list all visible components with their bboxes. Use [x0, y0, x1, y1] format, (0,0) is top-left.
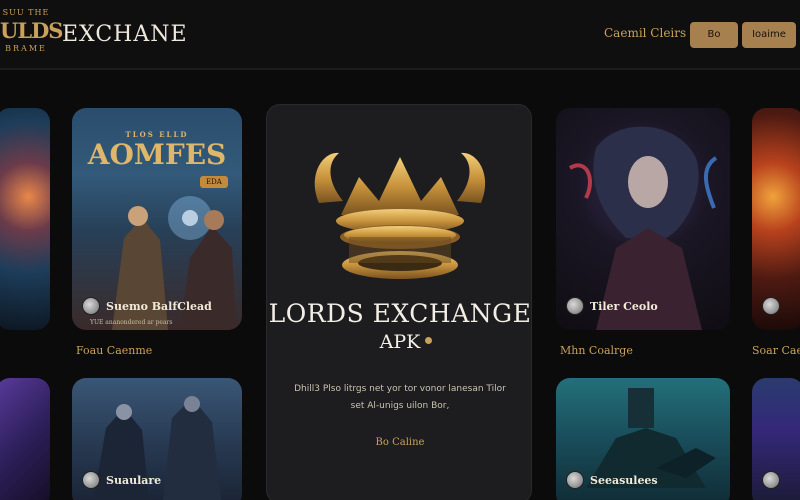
avatar	[82, 471, 100, 489]
card-label[interactable]: Foau Caenme	[76, 344, 152, 357]
game-card[interactable]: Seeasulees	[556, 378, 730, 500]
feature-desc-line: Dhill3 Plso litrgs net yor tor vonor lan…	[294, 384, 506, 394]
card-caption	[762, 470, 780, 490]
game-card[interactable]: Suaulare	[72, 378, 242, 500]
card-subtitle: YUE ananondered ar pears	[90, 319, 173, 326]
logo-main-text: ULDS	[0, 18, 63, 43]
brand-name[interactable]: EXCHANE	[62, 22, 188, 47]
dot-icon	[425, 337, 432, 344]
card-label[interactable]: Soar Cae	[752, 344, 800, 357]
game-card[interactable]: TLOS ELLD AOMFES EDA Suemo BalfClead YUE…	[72, 108, 242, 330]
game-card[interactable]	[0, 378, 50, 500]
avatar	[762, 471, 780, 489]
crown-icon	[314, 152, 486, 279]
card-title: Suemo BalfClead	[106, 299, 212, 313]
card-title: Tiler Ceolo	[590, 299, 658, 313]
avatar	[82, 297, 100, 315]
logo-top-text: SUU THE	[2, 8, 50, 17]
game-card[interactable]	[752, 108, 800, 330]
feature-description: Dhill3 Plso litrgs net yor tor vonor lan…	[267, 381, 533, 415]
header-button-primary[interactable]: Bo	[690, 22, 738, 48]
featured-panel: LORDS EXCHANGE APK Dhill3 Plso litrgs ne…	[266, 104, 532, 500]
card-title: Seeasulees	[590, 473, 658, 487]
card-caption: Seeasulees	[566, 470, 658, 490]
poster-title: AOMFES	[87, 138, 227, 171]
game-card[interactable]	[752, 378, 800, 500]
top-header: SUU THE ULDS BRAME EXCHANE Caemil Cleirs…	[0, 0, 800, 70]
poster-badge: EDA	[200, 176, 228, 188]
avatar	[762, 297, 780, 315]
feature-title: LORDS EXCHANGE	[268, 299, 532, 328]
card-label[interactable]: Mhn Coalrge	[560, 344, 633, 357]
feature-desc-line: set Al-unigs uilon Bor,	[350, 401, 450, 411]
avatar	[566, 297, 584, 315]
avatar	[566, 471, 584, 489]
card-title: Suaulare	[106, 473, 162, 487]
card-caption: Suemo BalfClead	[82, 296, 212, 316]
game-card[interactable]: Tiler Ceolo	[556, 108, 730, 330]
feature-cta-link[interactable]: Bo Caline	[267, 437, 533, 448]
card-artwork	[0, 378, 50, 500]
card-caption: Suaulare	[82, 470, 161, 490]
header-button-secondary[interactable]: Ioaime	[742, 22, 796, 48]
game-card[interactable]	[0, 108, 50, 330]
card-artwork	[0, 108, 50, 330]
nav-link[interactable]: Caemil Cleirs	[604, 26, 686, 40]
site-logo[interactable]: SUU THE ULDS BRAME	[0, 8, 63, 58]
card-caption: Tiler Ceolo	[566, 296, 658, 316]
card-caption	[762, 296, 780, 316]
logo-bottom-text: BRAME	[5, 44, 47, 53]
feature-subtitle: APK	[379, 331, 421, 353]
